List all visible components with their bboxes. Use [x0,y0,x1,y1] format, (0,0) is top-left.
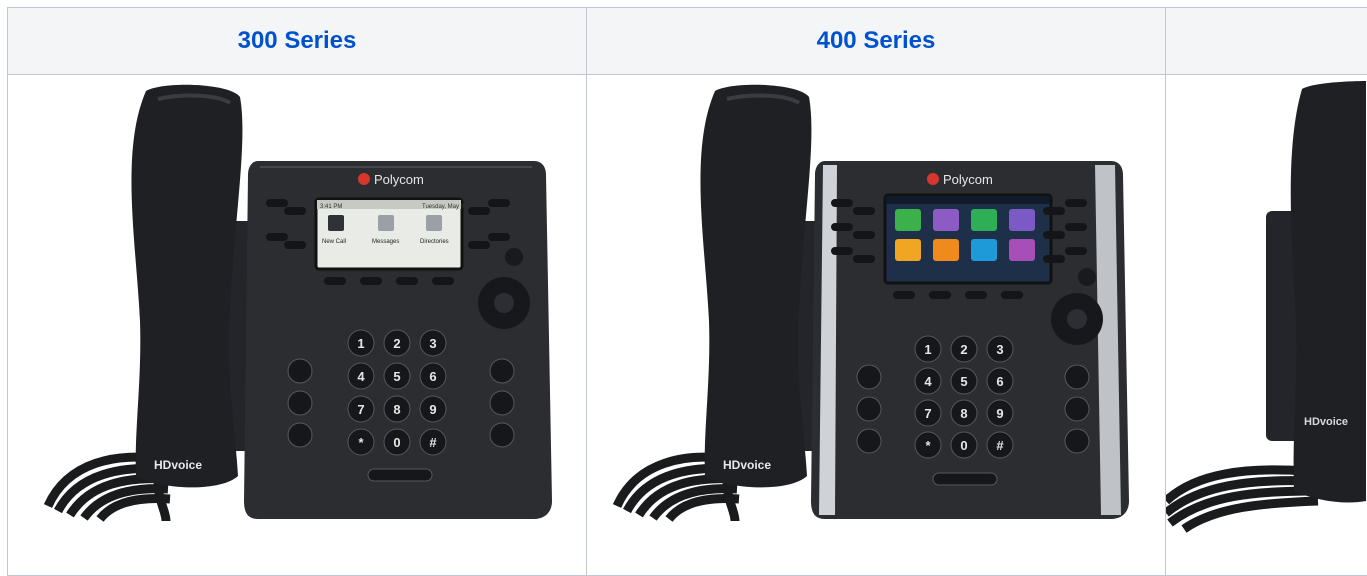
app-tile-icon [1009,239,1035,261]
brand-label: Polycom [943,172,993,187]
key-4: 4 [357,369,365,384]
key-7: 7 [357,402,364,417]
brand-label: Polycom [374,172,424,187]
image-cell-400-series: HDvoice Polycom 1 2 3 4 5 6 7 8 9 * 0 # [586,74,1166,576]
page: 300 Series 400 Series HDvoice Polycom 3:… [0,0,1367,576]
home-key-icon [505,248,523,266]
app-tile-icon [971,209,997,231]
app-tile-icon [933,239,959,261]
key-3: 3 [429,336,436,351]
key-hash: # [996,438,1004,453]
polycom-logo-icon [358,173,370,185]
table-header-row: 300 Series 400 Series [7,7,1367,75]
handset [131,84,243,488]
hold-key-icon [856,428,882,454]
key-2: 2 [960,342,967,357]
speaker-key-icon [489,390,515,416]
key-2: 2 [393,336,400,351]
app-tile-icon [1009,209,1035,231]
key-1: 1 [924,342,931,357]
messages-icon [378,215,394,231]
key-0: 0 [393,435,400,450]
polycom-logo-icon [927,173,939,185]
hd-voice-label: HDvoice [154,458,202,472]
directories-icon [426,215,442,231]
volume-rocker [932,472,998,486]
key-1: 1 [357,336,364,351]
hold-key-icon [287,422,313,448]
300-series-phone-image: HDvoice Polycom 3:41 PM Tuesday, May 9 N… [43,84,552,523]
header-cell-partial [1165,7,1367,75]
300-series-link[interactable]: 300 Series [238,27,357,54]
home-key-icon [1078,268,1096,286]
new-call-icon [328,215,344,231]
key-5: 5 [393,369,400,384]
volume-rocker [367,468,433,482]
key-9: 9 [996,406,1003,421]
handset [700,84,812,488]
key-8: 8 [393,402,400,417]
400-series-link[interactable]: 400 Series [817,27,936,54]
headset-key-icon [1064,364,1090,390]
image-cell-partial: HDvoice [1165,74,1367,576]
key-0: 0 [960,438,967,453]
key-9: 9 [429,402,436,417]
400-series-phone-image: HDvoice Polycom 1 2 3 4 5 6 7 8 9 * 0 # [612,84,1129,523]
partial-phone-image: HDvoice [1166,81,1366,533]
transfer-key-icon [287,358,313,384]
app-tile-icon [933,209,959,231]
phone-series-table: 300 Series 400 Series HDvoice Polycom 3:… [7,7,1367,576]
header-cell-400-series: 400 Series [586,7,1166,75]
table-image-row: HDvoice Polycom 3:41 PM Tuesday, May 9 N… [7,74,1367,576]
mute-key-icon [489,422,515,448]
key-hash: # [429,435,437,450]
screen-app-label: Directories [420,239,449,245]
screen-time: 3:41 PM [320,204,342,210]
app-tile-icon [971,239,997,261]
mute-key-icon [1064,428,1090,454]
screen-app-label: Messages [372,239,399,245]
header-cell-300-series: 300 Series [7,7,587,75]
hd-voice-label: HDvoice [723,458,771,472]
transfer-key-icon [856,364,882,390]
image-cell-300-series: HDvoice Polycom 3:41 PM Tuesday, May 9 N… [7,74,587,576]
speaker-key-icon [1064,396,1090,422]
messages-key-icon [287,390,313,416]
key-8: 8 [960,406,967,421]
key-4: 4 [924,374,932,389]
screen-date: Tuesday, May 9 [422,204,465,210]
key-6: 6 [996,374,1003,389]
key-5: 5 [960,374,967,389]
key-6: 6 [429,369,436,384]
app-tile-icon [895,209,921,231]
key-7: 7 [924,406,931,421]
hd-voice-label: HDvoice [1304,416,1348,428]
app-tile-icon [895,239,921,261]
handset [1290,81,1366,503]
messages-key-icon [856,396,882,422]
screen-app-label: New Call [322,239,346,245]
key-3: 3 [996,342,1003,357]
headset-key-icon [489,358,515,384]
